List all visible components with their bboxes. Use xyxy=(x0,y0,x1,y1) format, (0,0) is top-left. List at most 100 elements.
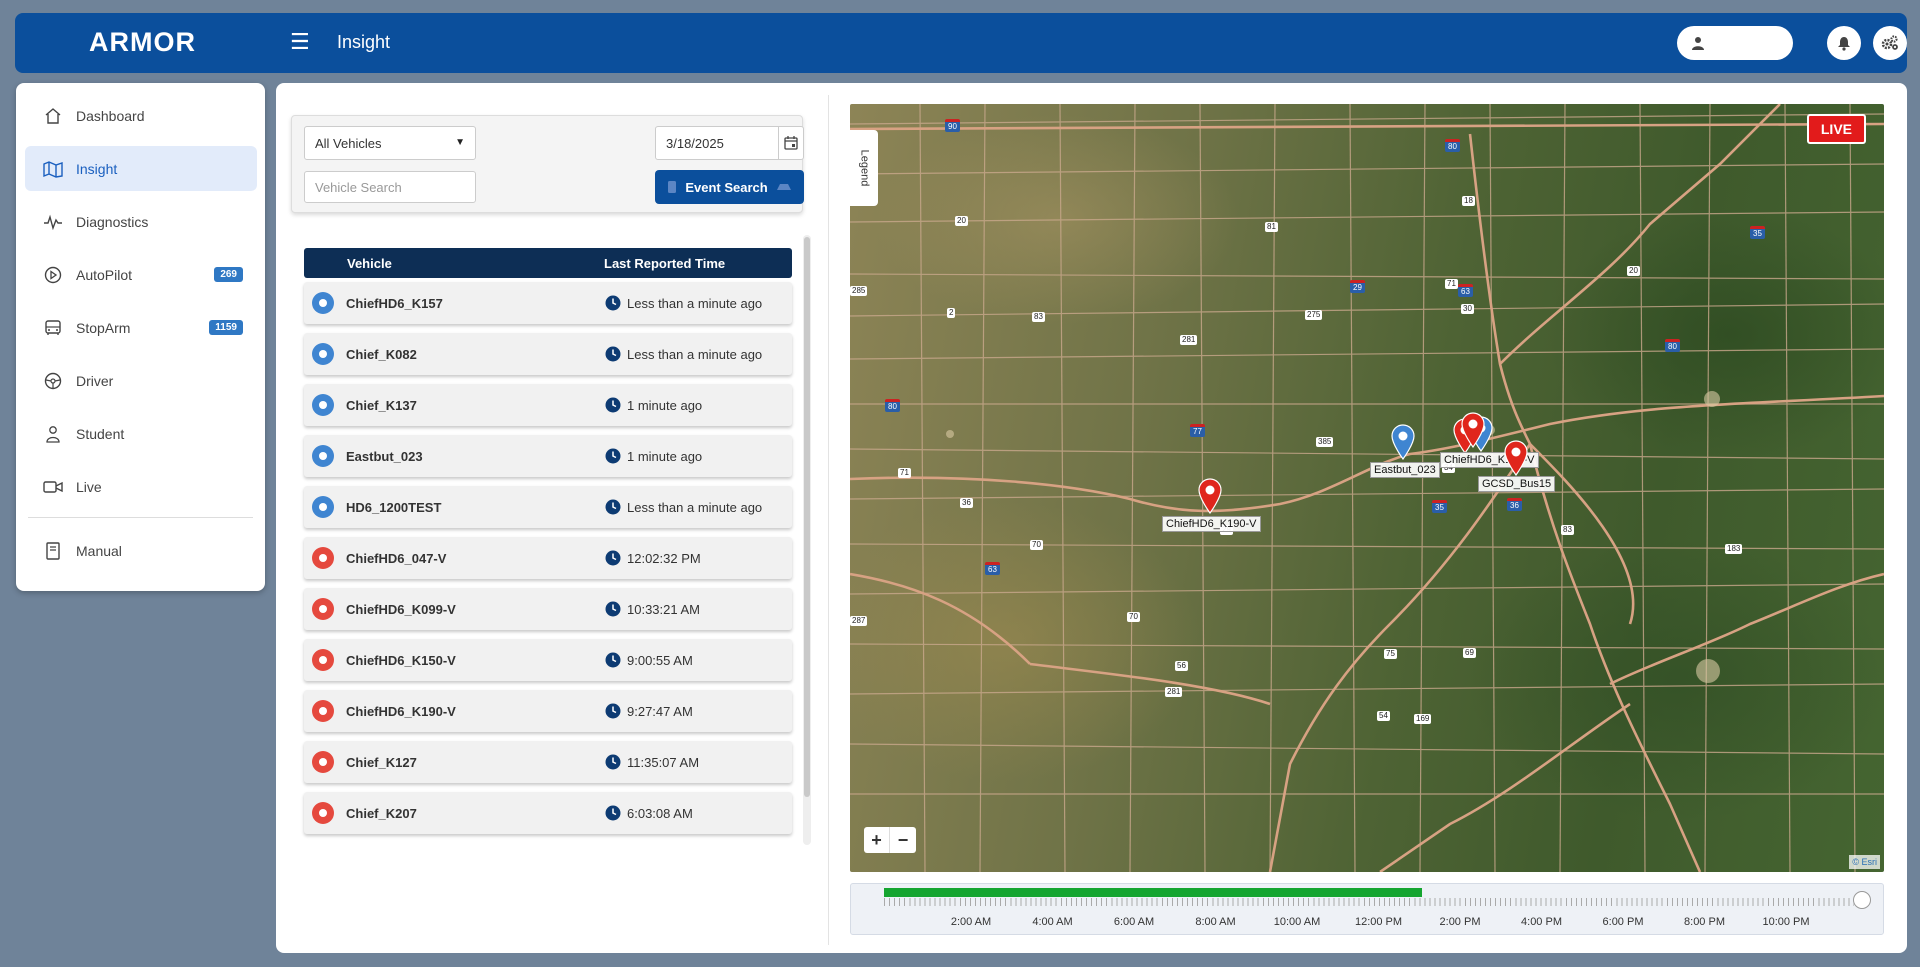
vehicle-map[interactable]: Legend LIVE 90 80 18 35 20 81 29 71 63 20 285 2 83 27… xyxy=(850,104,1884,872)
clock-icon xyxy=(605,397,621,413)
last-reported-time: 11:35:07 AM xyxy=(627,754,700,770)
route-shield: 385 xyxy=(1316,437,1334,447)
vehicle-search-input[interactable] xyxy=(304,171,476,203)
map-marker-red[interactable] xyxy=(1197,478,1223,514)
vehicle-name: ChiefHD6_K150-V xyxy=(346,652,456,668)
steering-wheel-icon xyxy=(42,370,64,392)
route-shield: 36 xyxy=(1507,498,1522,511)
vehicle-list: Vehicle Last Reported Time ChiefHD6_K157… xyxy=(304,248,792,834)
play-circle-icon xyxy=(42,264,64,286)
sidebar-item-manual[interactable]: Manual xyxy=(25,528,257,573)
table-row[interactable]: ChiefHD6_K099-V 10:33:21 AM xyxy=(304,588,792,630)
autopilot-count-badge: 269 xyxy=(214,267,243,282)
sidebar-item-student[interactable]: Student xyxy=(25,411,257,456)
main-panel: All Vehicles ▼ 3/18/2025 Event Search Ve… xyxy=(276,83,1907,953)
clock-icon xyxy=(605,295,621,311)
route-shield: 56 xyxy=(1175,661,1188,671)
timeline-handle[interactable] xyxy=(1853,891,1871,909)
filter-panel: All Vehicles ▼ 3/18/2025 Event Search xyxy=(291,115,804,213)
clock-icon xyxy=(605,550,621,566)
search-vehicle-icon xyxy=(776,184,791,190)
sidebar-item-insight[interactable]: Insight xyxy=(25,146,257,191)
last-reported-time: 6:03:08 AM xyxy=(627,805,693,821)
bell-icon xyxy=(1838,36,1850,51)
sidebar-item-label: Driver xyxy=(76,372,114,389)
sidebar-item-diagnostics[interactable]: Diagnostics xyxy=(25,199,257,244)
scrollbar-thumb[interactable] xyxy=(804,237,810,797)
table-row[interactable]: ChiefHD6_K150-V 9:00:55 AM xyxy=(304,639,792,681)
map-marker-red[interactable] xyxy=(1460,412,1486,448)
vehicle-name: HD6_1200TEST xyxy=(346,499,442,515)
route-shield: 18 xyxy=(1462,196,1475,206)
table-row[interactable]: ChiefHD6_K157 Less than a minute ago xyxy=(304,282,792,324)
zoom-out-button[interactable]: − xyxy=(890,827,916,853)
sidebar-item-autopilot[interactable]: AutoPilot 269 xyxy=(25,252,257,297)
legend-toggle[interactable]: Legend xyxy=(850,130,878,206)
map-marker-red[interactable] xyxy=(1503,440,1529,476)
timeline-label: 10:00 AM xyxy=(1273,916,1321,928)
hamburger-menu-icon[interactable]: ☰ xyxy=(290,29,310,55)
route-shield: 281 xyxy=(1165,687,1183,697)
route-shield: 169 xyxy=(1414,714,1432,724)
vehicle-status-icon xyxy=(312,649,334,671)
vehicle-status-icon xyxy=(312,292,334,314)
route-shield: 287 xyxy=(850,616,868,626)
vehicle-name: Chief_K127 xyxy=(346,754,417,770)
vehicle-list-scrollbar[interactable] xyxy=(803,235,811,845)
table-row[interactable]: ChiefHD6_K190-V 9:27:47 AM xyxy=(304,690,792,732)
route-shield: 285 xyxy=(850,286,868,296)
event-search-button[interactable]: Event Search xyxy=(655,170,804,204)
timeline-label: 8:00 AM xyxy=(1195,916,1236,928)
table-row[interactable]: Chief_K127 11:35:07 AM xyxy=(304,741,792,783)
clock-icon xyxy=(605,805,621,821)
column-header-last-reported[interactable]: Last Reported Time xyxy=(604,256,725,271)
sidebar-item-stoparm[interactable]: StopArm 1159 xyxy=(25,305,257,350)
clock-icon xyxy=(605,448,621,464)
live-badge[interactable]: LIVE xyxy=(1806,114,1866,144)
table-row[interactable]: Chief_K137 1 minute ago xyxy=(304,384,792,426)
dropdown-caret-icon: ▼ xyxy=(455,137,465,148)
route-shield: 71 xyxy=(1445,279,1458,289)
last-reported-time: 1 minute ago xyxy=(627,448,703,464)
timeline-track[interactable] xyxy=(884,888,1854,906)
armor-logo[interactable]: ARMOR xyxy=(89,27,196,58)
calendar-button[interactable] xyxy=(778,126,804,160)
route-shield: 80 xyxy=(1445,139,1460,152)
route-shield: 35 xyxy=(1432,500,1447,513)
sidebar: Dashboard Insight Diagnostics AutoPilot … xyxy=(16,83,265,591)
vehicle-filter-select[interactable]: All Vehicles ▼ xyxy=(304,126,476,160)
vehicle-status-icon xyxy=(312,751,334,773)
route-shield: 80 xyxy=(885,399,900,412)
table-row[interactable]: Chief_K207 6:03:08 AM xyxy=(304,792,792,834)
map-marker-blue[interactable] xyxy=(1390,424,1416,460)
timeline-label: 12:00 PM xyxy=(1354,916,1403,928)
table-row[interactable]: ChiefHD6_047-V 12:02:32 PM xyxy=(304,537,792,579)
map-attribution[interactable]: © Esri xyxy=(1849,855,1880,869)
clock-icon xyxy=(605,499,621,515)
route-shield: 80 xyxy=(1665,339,1680,352)
sidebar-item-label: Live xyxy=(76,478,102,495)
sidebar-item-dashboard[interactable]: Dashboard xyxy=(25,93,257,138)
date-input[interactable]: 3/18/2025 xyxy=(655,126,779,160)
sidebar-item-label: Insight xyxy=(76,160,118,177)
table-row[interactable]: Chief_K082 Less than a minute ago xyxy=(304,333,792,375)
vehicle-status-icon xyxy=(312,343,334,365)
vehicle-status-icon xyxy=(312,394,334,416)
vehicle-name: Chief_K137 xyxy=(346,397,417,413)
timeline-slider[interactable]: 2:00 AM 4:00 AM 6:00 AM 8:00 AM 10:00 AM 12:0… xyxy=(850,883,1884,935)
sidebar-item-live[interactable]: Live xyxy=(25,464,257,509)
settings-button[interactable] xyxy=(1873,26,1907,60)
table-row[interactable]: Eastbut_023 1 minute ago xyxy=(304,435,792,477)
timeline-ticks xyxy=(884,898,1854,906)
zoom-in-button[interactable]: + xyxy=(864,827,890,853)
user-menu-button[interactable] xyxy=(1677,26,1793,60)
table-row[interactable]: HD6_1200TEST Less than a minute ago xyxy=(304,486,792,528)
marker-label-eastbut: Eastbut_023 xyxy=(1370,462,1440,478)
sidebar-item-driver[interactable]: Driver xyxy=(25,358,257,403)
video-camera-icon xyxy=(42,476,64,498)
route-shield: 70 xyxy=(1127,612,1140,622)
map-icon xyxy=(42,158,64,180)
route-shield: 36 xyxy=(960,498,973,508)
notifications-button[interactable] xyxy=(1827,26,1861,60)
column-header-vehicle[interactable]: Vehicle xyxy=(304,256,604,271)
